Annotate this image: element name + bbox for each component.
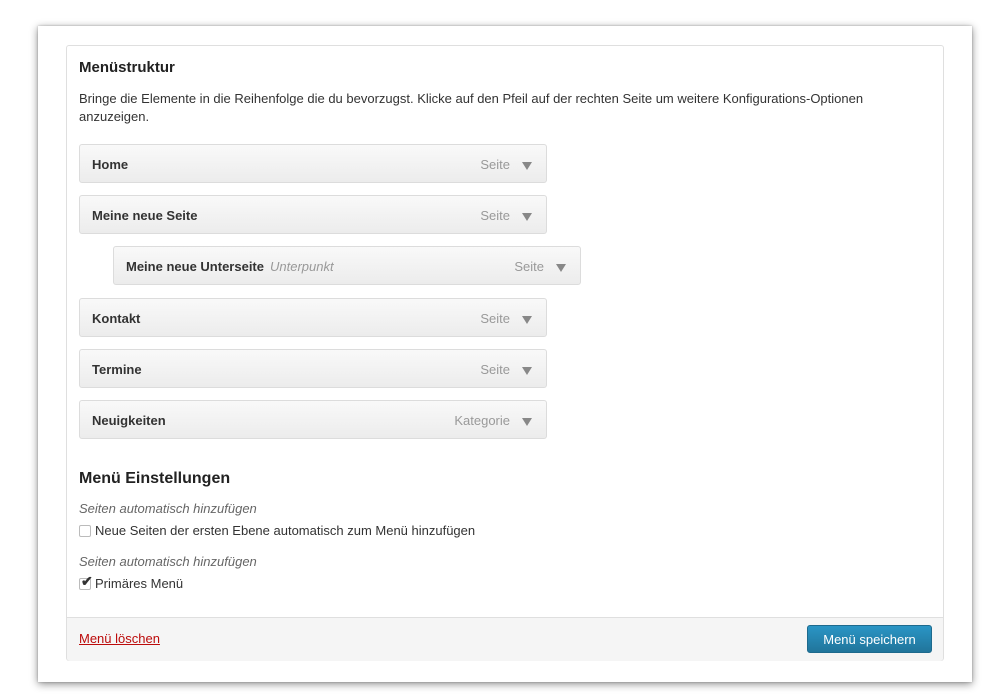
chevron-down-icon[interactable] <box>554 260 568 274</box>
chevron-down-icon[interactable] <box>520 158 534 172</box>
primary-menu-option[interactable]: ✔ Primäres Menü <box>79 574 183 591</box>
menu-item-type: Seite <box>514 259 544 274</box>
menu-item-type: Seite <box>480 362 510 377</box>
auto-add-option[interactable]: Neue Seiten der ersten Ebene automatisch… <box>79 523 475 538</box>
menu-item-title: Meine neue Unterseite Unterpunkt <box>126 259 334 274</box>
menu-item-title: Neuigkeiten <box>92 413 166 428</box>
menu-structure-description: Bringe die Elemente in die Reihenfolge d… <box>79 91 864 124</box>
menu-item-home[interactable]: Home Seite <box>79 144 547 183</box>
save-menu-button[interactable]: Menü speichern <box>807 625 932 653</box>
menu-item-title: Meine neue Seite <box>92 208 198 223</box>
window: Menüstruktur Bringe die Elemente in die … <box>38 26 972 682</box>
menu-item-meine-neue-seite[interactable]: Meine neue Seite Seite <box>79 195 547 234</box>
auto-add-label: Seiten automatisch hinzufügen <box>79 501 257 516</box>
chevron-down-icon[interactable] <box>520 414 534 428</box>
location-label: Seiten automatisch hinzufügen <box>79 554 257 569</box>
menu-item-type: Kategorie <box>454 413 510 428</box>
menu-item-title: Kontakt <box>92 311 141 326</box>
menu-structure-title: Menüstruktur <box>79 59 175 76</box>
panel-footer: Menü löschen Menü speichern <box>67 617 943 661</box>
menu-editor-panel: Menüstruktur Bringe die Elemente in die … <box>66 45 944 661</box>
menu-item-title: Termine <box>92 362 142 377</box>
menu-item-kontakt[interactable]: Kontakt Seite <box>79 298 547 337</box>
delete-menu-link[interactable]: Menü löschen <box>79 631 160 646</box>
auto-add-checkbox[interactable] <box>79 524 91 537</box>
chevron-down-icon[interactable] <box>520 209 534 223</box>
check-icon: ✔ <box>81 572 93 589</box>
menu-item-type: Seite <box>480 311 510 326</box>
primary-menu-checkbox[interactable]: ✔ <box>79 574 93 590</box>
menu-item-title: Home <box>92 157 129 172</box>
menu-item-termine[interactable]: Termine Seite <box>79 349 547 388</box>
auto-add-option-label[interactable]: Neue Seiten der ersten Ebene automatisch… <box>95 523 475 538</box>
menu-item-meine-neue-unterseite[interactable]: Meine neue Unterseite Unterpunkt Seite <box>113 246 581 285</box>
primary-menu-option-label[interactable]: Primäres Menü <box>95 576 183 591</box>
menu-item-neuigkeiten[interactable]: Neuigkeiten Kategorie <box>79 400 547 439</box>
chevron-down-icon[interactable] <box>520 363 534 377</box>
menu-item-type: Seite <box>480 157 510 172</box>
menu-settings-title: Menü Einstellungen <box>79 470 231 487</box>
menu-item-subtitle: Unterpunkt <box>270 259 334 274</box>
menu-item-type: Seite <box>480 208 510 223</box>
chevron-down-icon[interactable] <box>520 312 534 326</box>
